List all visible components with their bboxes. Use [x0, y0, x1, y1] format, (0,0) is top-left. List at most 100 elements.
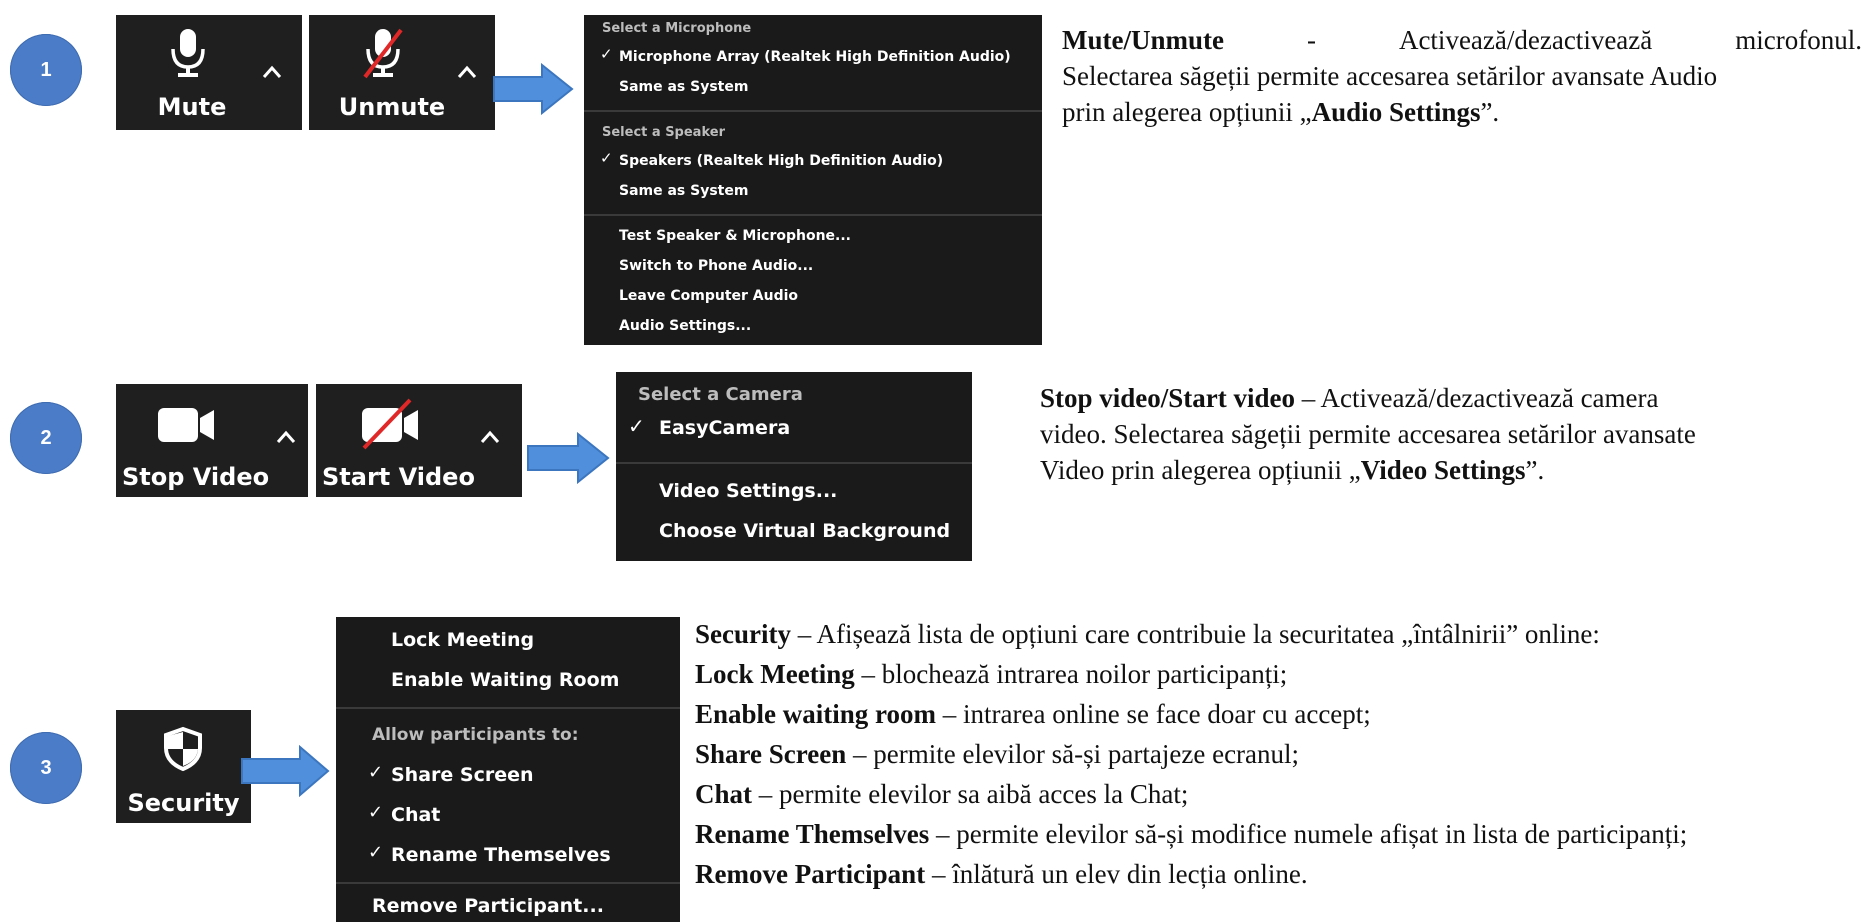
- unmute-label: Unmute: [338, 93, 446, 121]
- desc-text: ”.: [1525, 455, 1545, 485]
- switch-phone-audio-item[interactable]: Switch to Phone Audio...: [619, 258, 813, 274]
- chevron-up-icon[interactable]: [276, 430, 296, 444]
- desc-line: Chat – permite elevilor sa aibă acces la…: [695, 774, 1875, 814]
- test-speaker-mic-item[interactable]: Test Speaker & Microphone...: [619, 228, 851, 244]
- desc-text: – permite elevilor să-și partajeze ecran…: [846, 739, 1300, 769]
- desc-line: Stop video/Start video – Activează/dezac…: [1040, 380, 1850, 416]
- stop-video-label: Stop Video: [122, 463, 270, 491]
- virtual-background-item[interactable]: Choose Virtual Background: [659, 520, 950, 542]
- term-video-settings: Video Settings: [1360, 455, 1526, 485]
- check-icon: ✓: [368, 802, 384, 823]
- term-remove-participant: Remove Participant: [695, 859, 926, 889]
- desc-text: – permite elevilor sa aibă acces la Chat…: [752, 779, 1189, 809]
- microphone-icon: [171, 29, 205, 77]
- check-icon: ✓: [628, 414, 645, 438]
- step-3-badge: 3: [10, 732, 82, 804]
- term-share-screen: Share Screen: [695, 739, 847, 769]
- desc-text: – Afișează lista de opțiuni care contrib…: [790, 619, 1600, 649]
- arrow-right-icon: [241, 745, 330, 797]
- desc-text: – înlătură un elev din lecția online.: [925, 859, 1308, 889]
- chevron-up-icon[interactable]: [480, 430, 500, 444]
- desc-line: Security – Afișează lista de opțiuni car…: [695, 614, 1875, 654]
- menu-divider: [616, 462, 972, 464]
- desc-text: Video prin alegerea opțiunii „: [1040, 455, 1361, 485]
- remove-participant-item[interactable]: Remove Participant...: [372, 895, 604, 917]
- start-video-label: Start Video: [322, 463, 475, 491]
- term-mute-unmute: Mute/Unmute: [1062, 25, 1224, 55]
- row2-description: Stop video/Start video – Activează/dezac…: [1040, 380, 1850, 488]
- video-menu: Select a Camera ✓ EasyCamera Video Setti…: [616, 372, 972, 561]
- mute-label: Mute: [157, 93, 227, 121]
- row3-description: Security – Afișează lista de opțiuni car…: [695, 614, 1875, 894]
- video-camera-icon: [158, 408, 214, 442]
- arrow-right-icon: [527, 432, 610, 484]
- mute-button[interactable]: Mute: [116, 15, 302, 130]
- check-icon: ✓: [600, 45, 613, 63]
- security-button[interactable]: Security: [116, 710, 251, 823]
- desc-line: Rename Themselves – permite elevilor să-…: [695, 814, 1875, 854]
- chat-item[interactable]: Chat: [391, 804, 440, 826]
- dash: -: [1306, 25, 1316, 55]
- desc-word: microfonul.: [1735, 25, 1862, 55]
- term-stop-start-video: Stop video/Start video: [1040, 383, 1296, 413]
- leave-computer-audio-item[interactable]: Leave Computer Audio: [619, 288, 798, 304]
- row1-description: Mute/Unmute - Activează/dezactivează mic…: [1062, 22, 1862, 130]
- video-camera-off-icon: [362, 398, 418, 450]
- term-enable-waiting-room: Enable waiting room: [695, 699, 937, 729]
- lock-meeting-item[interactable]: Lock Meeting: [391, 629, 534, 651]
- stop-video-button[interactable]: Stop Video: [116, 384, 308, 497]
- allow-participants-header: Allow participants to:: [372, 725, 579, 745]
- menu-divider: [584, 110, 1042, 112]
- menu-divider: [336, 707, 680, 709]
- security-menu: Lock Meeting Enable Waiting Room Allow p…: [336, 617, 680, 922]
- desc-line: Video prin alegerea opțiunii „Video Sett…: [1040, 452, 1850, 488]
- menu-divider: [584, 214, 1042, 216]
- share-screen-item[interactable]: Share Screen: [391, 764, 534, 786]
- desc-text: – Activează/dezactivează camera: [1295, 383, 1659, 413]
- desc-word: Activează/dezactivează: [1398, 25, 1653, 55]
- speaker-header: Select a Speaker: [602, 125, 725, 140]
- start-video-button[interactable]: Start Video: [316, 384, 522, 497]
- desc-text: prin alegerea opțiunii „: [1062, 97, 1312, 127]
- term-security: Security: [695, 619, 791, 649]
- shield-icon: [164, 726, 202, 772]
- desc-line: Share Screen – permite elevilor să-și pa…: [695, 734, 1875, 774]
- rename-themselves-item[interactable]: Rename Themselves: [391, 844, 611, 866]
- term-chat: Chat: [695, 779, 753, 809]
- speaker-option-same-as-system[interactable]: Same as System: [619, 183, 748, 199]
- desc-line: prin alegerea opțiunii „Audio Settings”.: [1062, 94, 1862, 130]
- video-settings-item[interactable]: Video Settings...: [659, 480, 837, 502]
- mic-option-same-as-system[interactable]: Same as System: [619, 79, 748, 95]
- step-2-badge: 2: [10, 402, 82, 474]
- security-label: Security: [127, 789, 240, 817]
- mic-header: Select a Microphone: [602, 21, 752, 36]
- term-rename-themselves: Rename Themselves: [695, 819, 930, 849]
- menu-divider: [336, 882, 680, 884]
- mic-option-realtek[interactable]: Microphone Array (Realtek High Definitio…: [619, 49, 1011, 65]
- desc-line: video. Selectarea săgeții permite accesa…: [1040, 419, 1696, 449]
- chevron-up-icon[interactable]: [457, 65, 477, 79]
- step-1-badge: 1: [10, 34, 82, 106]
- desc-line: Remove Participant – înlătură un elev di…: [695, 854, 1875, 894]
- term-lock-meeting: Lock Meeting: [695, 659, 855, 689]
- desc-line: Enable waiting room – intrarea online se…: [695, 694, 1875, 734]
- chevron-up-icon[interactable]: [262, 65, 282, 79]
- desc-text: – permite elevilor să-și modifice numele…: [929, 819, 1688, 849]
- camera-header: Select a Camera: [638, 384, 803, 405]
- arrow-right-icon: [493, 63, 574, 115]
- audio-settings-item[interactable]: Audio Settings...: [619, 318, 751, 334]
- desc-text: – intrarea online se face doar cu accept…: [936, 699, 1371, 729]
- unmute-button[interactable]: Unmute: [309, 15, 495, 130]
- enable-waiting-room-item[interactable]: Enable Waiting Room: [391, 669, 619, 691]
- check-icon: ✓: [368, 842, 384, 863]
- check-icon: ✓: [600, 149, 613, 167]
- camera-option-easycamera[interactable]: EasyCamera: [659, 417, 790, 439]
- desc-text: ”.: [1480, 97, 1500, 127]
- speaker-option-realtek[interactable]: Speakers (Realtek High Definition Audio): [619, 153, 943, 169]
- term-audio-settings: Audio Settings: [1311, 97, 1481, 127]
- microphone-muted-icon: [363, 28, 403, 79]
- check-icon: ✓: [368, 762, 384, 783]
- desc-text: – blochează intrarea noilor participanți…: [854, 659, 1288, 689]
- desc-line: Selectarea săgeții permite accesarea set…: [1062, 61, 1718, 91]
- desc-line: Lock Meeting – blochează intrarea noilor…: [695, 654, 1875, 694]
